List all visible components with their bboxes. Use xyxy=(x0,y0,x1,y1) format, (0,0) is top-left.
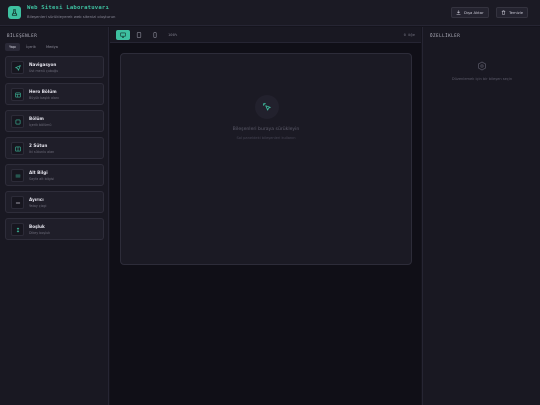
flask-logo-icon xyxy=(8,6,21,19)
spacer-icon xyxy=(11,223,24,236)
tablet-icon xyxy=(136,32,142,38)
mobile-view-button[interactable] xyxy=(148,30,162,40)
properties-empty-message: Düzenlemek için bir bileşen seçin xyxy=(451,77,513,81)
component-divider[interactable]: Ayırıcı Yatay çizgi xyxy=(5,191,104,213)
component-description: Büyük başlık alanı xyxy=(29,96,59,100)
component-navigation[interactable]: Navigasyon Üst menü çubuğu xyxy=(5,56,104,78)
drop-zone[interactable]: Bileşenleri buraya sürükleyin Sol paneld… xyxy=(120,53,412,265)
component-name: Ayırıcı xyxy=(29,197,44,202)
tab-media[interactable]: Medya xyxy=(42,43,62,51)
component-description: Yatay çizgi xyxy=(29,204,47,208)
component-section[interactable]: Bölüm İçerik bölümü xyxy=(5,110,104,132)
canvas-area: Bileşenleri buraya sürükleyin Sol paneld… xyxy=(110,43,421,405)
two-column-icon xyxy=(11,142,24,155)
zoom-level: 100% xyxy=(168,32,178,37)
properties-panel: ÖZELLİKLER Düzenlemek için bir bileşen s… xyxy=(422,27,540,405)
navigation-icon xyxy=(11,61,24,74)
footer-icon xyxy=(11,169,24,182)
clear-button[interactable]: Temizle xyxy=(496,7,529,18)
components-panel-title: BİLEŞENLER xyxy=(7,33,38,38)
component-description: Dikey boşluk xyxy=(29,231,51,235)
tablet-view-button[interactable] xyxy=(132,30,146,40)
components-panel: BİLEŞENLER Yapı İçerik Medya Navigasyon … xyxy=(0,27,109,405)
settings-cube-icon xyxy=(478,61,486,71)
export-button-label: Dışa Aktar xyxy=(464,10,484,15)
empty-canvas-title: Bileşenleri buraya sürükleyin xyxy=(232,127,300,132)
divider-icon xyxy=(11,196,24,209)
download-icon xyxy=(456,10,461,15)
clear-button-label: Temizle xyxy=(509,10,524,15)
desktop-view-button[interactable] xyxy=(116,30,130,40)
component-name: Hero Bölüm xyxy=(29,89,57,94)
component-description: İki sütunlu alan xyxy=(29,150,55,154)
app-subtitle: Bileşenleri sürükleyerek web sitenizi ol… xyxy=(27,14,116,19)
export-button[interactable]: Dışa Aktar xyxy=(451,7,489,18)
component-description: Sayfa alt bilgisi xyxy=(29,177,55,181)
component-two-column[interactable]: 2 Sütun İki sütunlu alan xyxy=(5,137,104,159)
component-hero[interactable]: Hero Bölüm Büyük başlık alanı xyxy=(5,83,104,105)
tab-content[interactable]: İçerik xyxy=(22,43,40,51)
phone-icon xyxy=(153,32,157,38)
component-description: Üst menü çubuğu xyxy=(29,69,59,73)
drag-pointer-icon xyxy=(255,95,279,119)
properties-panel-title: ÖZELLİKLER xyxy=(430,33,461,38)
component-name: Alt Bilgi xyxy=(29,170,48,175)
empty-canvas-subtitle: Sol paneldeki bileşenleri kullanın xyxy=(236,136,296,140)
component-tabs: Yapı İçerik Medya xyxy=(5,43,62,51)
component-name: Bölüm xyxy=(29,116,44,121)
canvas-toolbar: 100% 0 öğe xyxy=(110,27,421,43)
component-description: İçerik bölümü xyxy=(29,123,52,127)
app-header: Web Sitesi Laboratuvarı Bileşenleri sürü… xyxy=(0,0,540,26)
component-name: Navigasyon xyxy=(29,62,57,67)
component-name: Boşluk xyxy=(29,224,45,229)
app-title: Web Sitesi Laboratuvarı xyxy=(27,5,110,11)
component-footer[interactable]: Alt Bilgi Sayfa alt bilgisi xyxy=(5,164,104,186)
element-count: 0 öğe xyxy=(403,32,415,37)
component-name: 2 Sütun xyxy=(29,143,48,148)
section-icon xyxy=(11,115,24,128)
trash-icon xyxy=(501,10,506,15)
monitor-icon xyxy=(120,32,126,38)
component-spacer[interactable]: Boşluk Dikey boşluk xyxy=(5,218,104,240)
tab-structure[interactable]: Yapı xyxy=(5,43,21,51)
hero-icon xyxy=(11,88,24,101)
